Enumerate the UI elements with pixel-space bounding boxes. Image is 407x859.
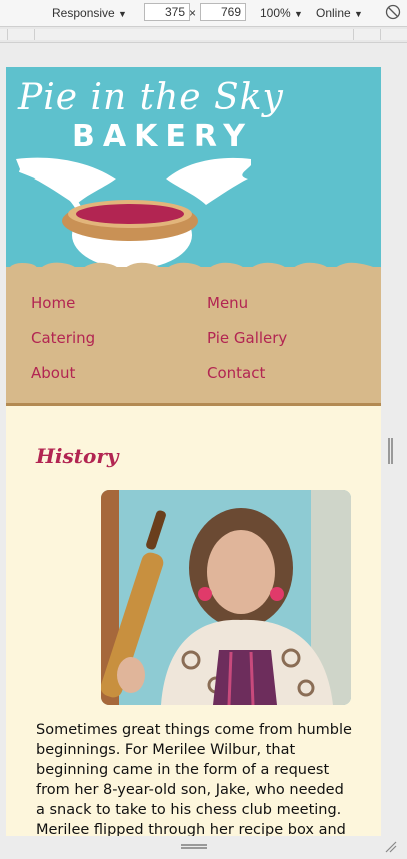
chevron-down-icon: ▼	[354, 9, 363, 19]
history-paragraph: Sometimes great things come from humble …	[36, 722, 352, 836]
zoom-select[interactable]: 100% ▼	[260, 6, 303, 20]
chevron-down-icon: ▼	[294, 9, 303, 19]
pie-icon	[62, 200, 198, 241]
vertical-resize-handle[interactable]	[388, 438, 393, 464]
zoom-label: 100%	[260, 6, 291, 20]
nav-about[interactable]: About	[31, 364, 75, 382]
nav-home[interactable]: Home	[31, 294, 75, 312]
dimension-separator: ×	[189, 6, 197, 20]
media-query-ruler	[0, 27, 407, 43]
device-label: Responsive	[52, 6, 115, 20]
section-title: History	[36, 444, 119, 468]
nav-catering[interactable]: Catering	[31, 329, 95, 347]
devtools-toolbar: Responsive ▼ 375 × 769 100% ▼ Online ▼	[0, 0, 407, 27]
hero-banner: Pie in the Sky BAKERY	[6, 67, 381, 279]
width-input[interactable]: 375	[144, 3, 190, 21]
height-input[interactable]: 769	[200, 3, 246, 21]
main-nav: Home Menu Catering Pie Gallery About Con…	[6, 267, 381, 406]
wings-icon	[16, 157, 251, 269]
rotate-device-icon[interactable]	[385, 4, 401, 23]
device-select[interactable]: Responsive ▼	[52, 6, 127, 20]
chevron-down-icon: ▼	[118, 9, 127, 19]
main-content: History Sometimes great things come from…	[6, 406, 381, 836]
nav-pie-gallery[interactable]: Pie Gallery	[207, 329, 287, 347]
network-label: Online	[316, 6, 351, 20]
horizontal-resize-handle[interactable]	[181, 844, 207, 849]
nav-contact[interactable]: Contact	[207, 364, 265, 382]
owner-photo	[101, 490, 351, 705]
page-viewport: Pie in the Sky BAKERY Home Menu Catering…	[6, 67, 381, 836]
network-select[interactable]: Online ▼	[316, 6, 363, 20]
resize-corner-icon[interactable]	[384, 840, 398, 854]
nav-menu[interactable]: Menu	[207, 294, 248, 312]
